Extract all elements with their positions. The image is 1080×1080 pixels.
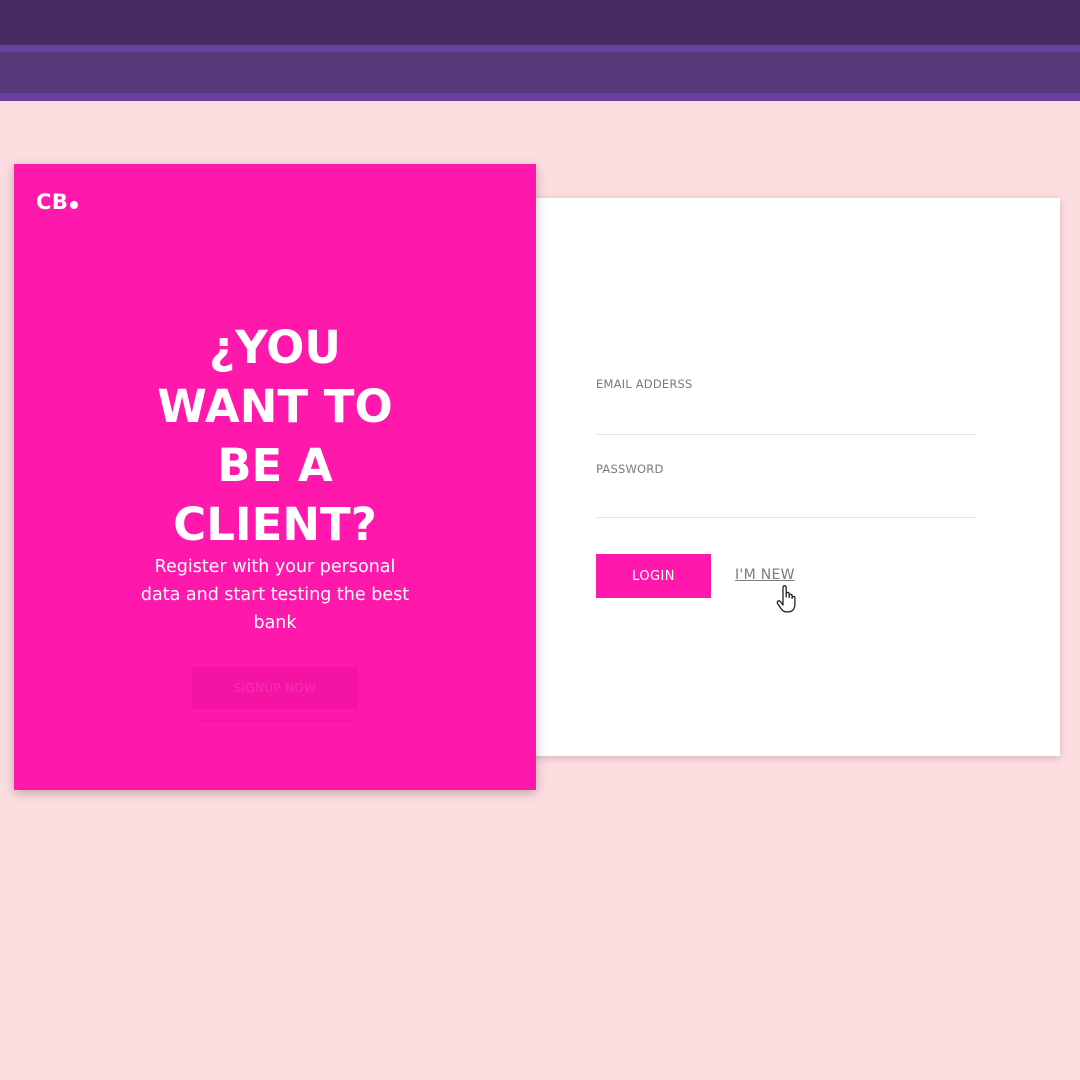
im-new-link[interactable]: I'M NEW <box>735 567 795 583</box>
top-bar-divider <box>0 45 1080 52</box>
top-bar-divider-bottom <box>0 93 1080 101</box>
hand-pointer-icon <box>776 585 796 613</box>
signup-now-button[interactable]: SIGNUP NOW <box>192 667 358 709</box>
login-card: EMAIL ADDERSS PASSWORD LOGIN I'M NEW <box>530 198 1060 756</box>
email-label: EMAIL ADDERSS <box>596 377 693 391</box>
top-bar-secondary <box>0 52 1080 93</box>
promo-subtext: Register with your personal data and sta… <box>140 557 410 633</box>
signup-underline <box>194 720 354 721</box>
promo-headline: ¿YOU WANT TO BE A CLIENT? <box>157 321 393 551</box>
signup-promo-panel: CB ¿YOU WANT TO BE A CLIENT? Register wi… <box>14 164 536 790</box>
login-button[interactable]: LOGIN <box>596 554 711 598</box>
email-field[interactable] <box>596 403 976 435</box>
top-bar <box>0 0 1080 45</box>
brand-logo: CB <box>36 190 79 214</box>
password-field[interactable] <box>596 486 976 518</box>
password-label: PASSWORD <box>596 462 664 476</box>
